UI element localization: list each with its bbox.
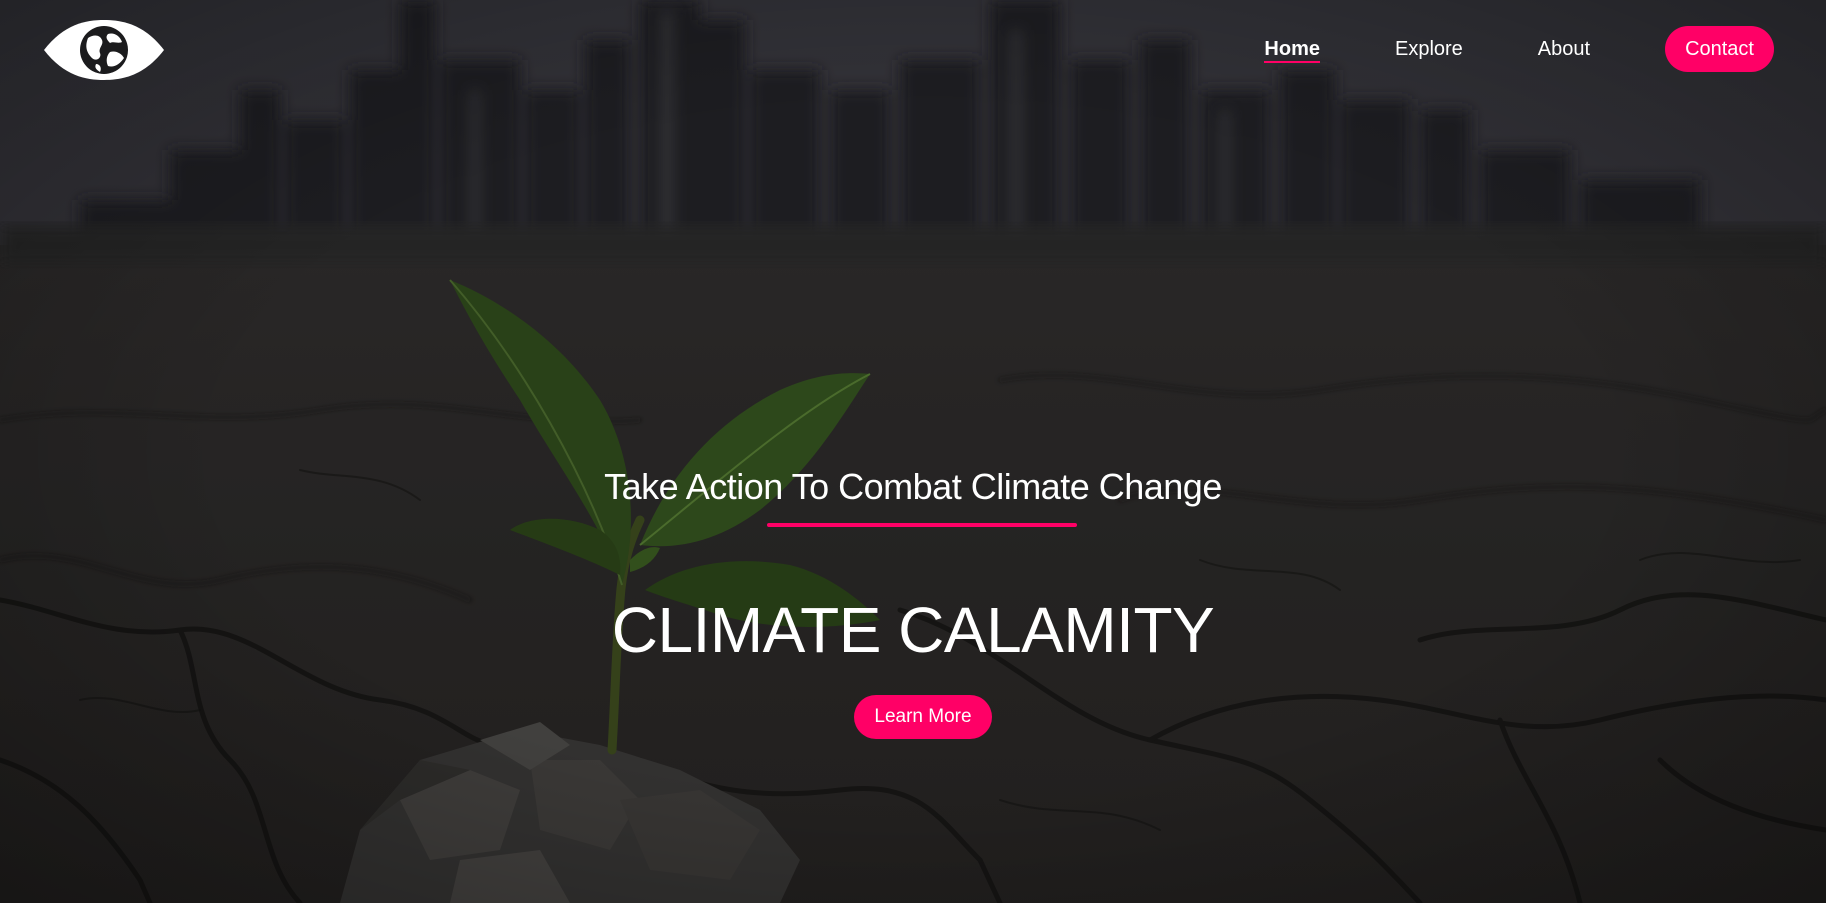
hero-background-image	[0, 0, 1826, 903]
nav-link-home[interactable]: Home	[1264, 26, 1320, 72]
tagline-underline	[767, 523, 1077, 527]
hero-section: Home Explore About Contact Take Action T…	[0, 0, 1826, 903]
top-nav: Home Explore About Contact	[0, 0, 1826, 100]
eye-globe-icon	[44, 20, 164, 80]
nav-link-about[interactable]: About	[1538, 26, 1590, 72]
hero-tagline: Take Action To Combat Climate Change	[604, 466, 1222, 507]
hero-headline: CLIMATE CALAMITY	[611, 594, 1215, 666]
logo[interactable]	[42, 18, 166, 82]
nav-links: Home Explore About Contact	[1189, 26, 1774, 72]
contact-button[interactable]: Contact	[1665, 26, 1774, 72]
learn-more-button[interactable]: Learn More	[854, 695, 992, 739]
nav-link-explore[interactable]: Explore	[1395, 26, 1463, 72]
